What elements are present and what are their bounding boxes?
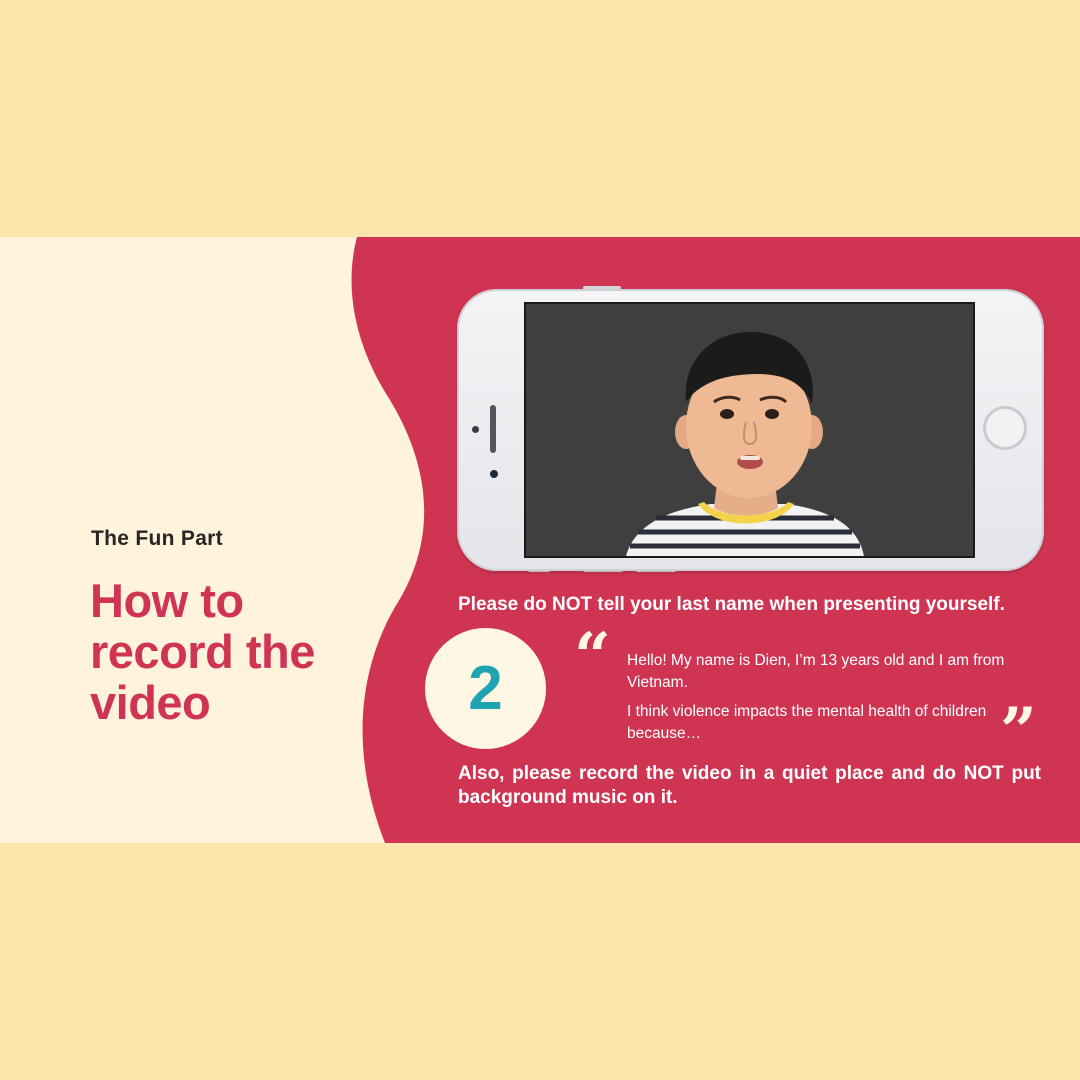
eyebrow-text: The Fun Part xyxy=(91,527,223,550)
child-portrait-image xyxy=(526,304,973,556)
home-button-icon xyxy=(983,406,1027,450)
quote-open-icon: “ xyxy=(574,619,611,694)
instruction-top: Please do NOT tell your last name when p… xyxy=(458,594,1005,615)
step-number: 2 xyxy=(468,654,503,723)
quote-line-1: Hello! My name is Dien, I’m 13 years old… xyxy=(627,652,1005,691)
instruction-bottom: Also, please record the video in a quiet… xyxy=(458,763,1041,808)
video-preview xyxy=(524,302,975,558)
quote-line-2: I think violence impacts the mental heal… xyxy=(627,703,987,742)
page-title: How to record the video xyxy=(90,574,315,729)
slide: The Fun Part How to record the video Ple… xyxy=(0,0,1080,1080)
phone-sensor-dot xyxy=(472,426,479,433)
phone-speaker xyxy=(490,405,496,453)
step-number-badge: 2 xyxy=(425,628,546,749)
phone-camera-dot xyxy=(490,470,498,478)
quote-close-icon: ” xyxy=(1000,694,1037,769)
